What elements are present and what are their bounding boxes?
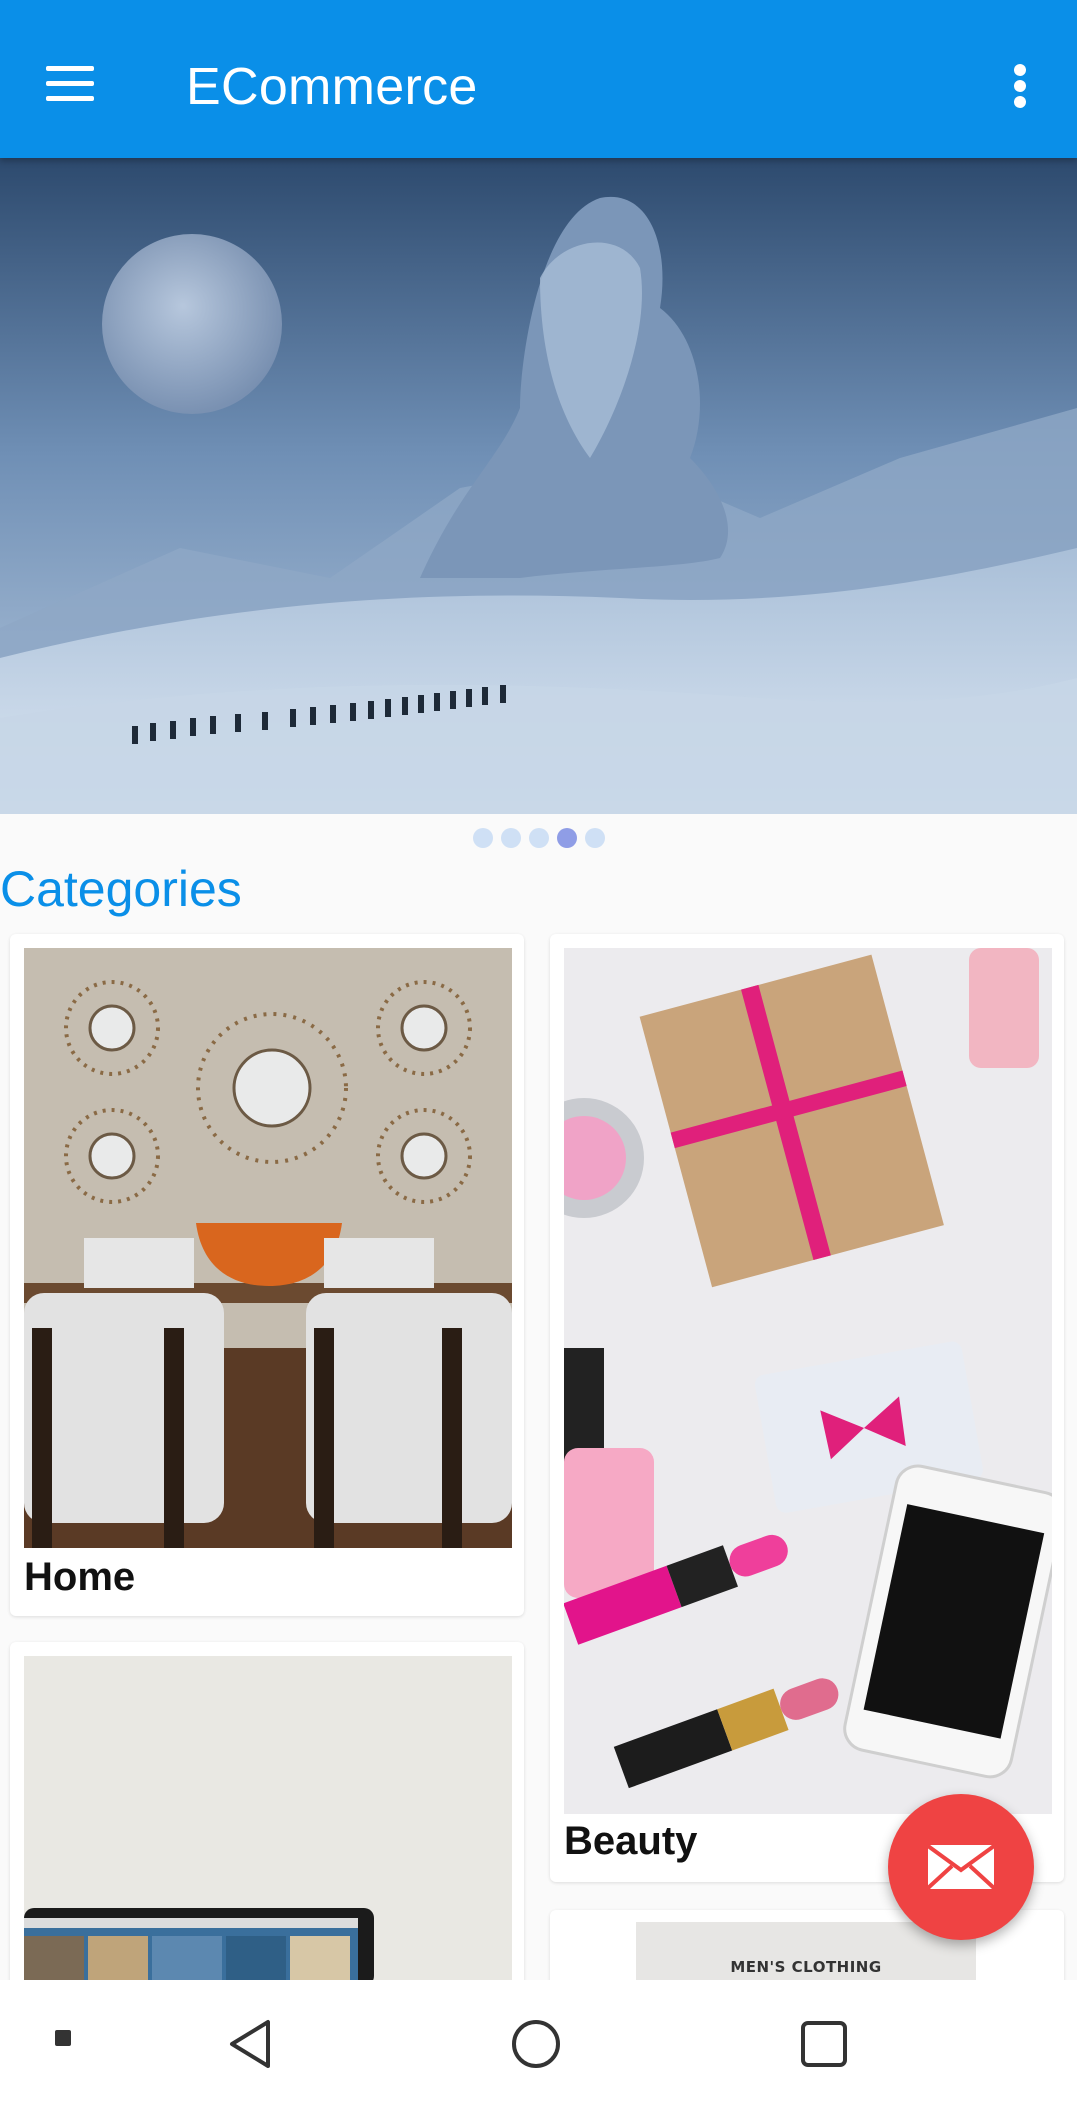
category-image-laptop <box>24 1656 512 1986</box>
slider-dot[interactable] <box>528 828 549 848</box>
slider-dot[interactable] <box>472 828 493 848</box>
category-card-home[interactable]: Home <box>10 934 524 1616</box>
category-image-home <box>24 948 512 1548</box>
app-bar: ECommerce <box>0 0 1077 158</box>
recents-square-icon[interactable] <box>798 2018 850 2070</box>
slider-indicator <box>0 828 1077 852</box>
mail-icon <box>926 1844 996 1890</box>
slider-dot[interactable] <box>500 828 521 848</box>
slider-dot[interactable] <box>556 828 577 848</box>
home-circle-icon[interactable] <box>510 2018 562 2070</box>
back-triangle-icon[interactable] <box>224 2018 276 2070</box>
system-nav-bar <box>0 1980 1077 2108</box>
category-label-beauty: Beauty <box>564 1819 698 1863</box>
categories-heading: Categories <box>0 861 242 917</box>
category-image-beauty <box>564 948 1052 1814</box>
category-label-home: Home <box>24 1555 136 1599</box>
more-vert-icon[interactable] <box>1000 50 1040 120</box>
app-title: ECommerce <box>186 58 478 116</box>
slider-dot[interactable] <box>584 828 605 848</box>
mens-clothing-image-text: MEN'S CLOTHING <box>730 1958 882 1976</box>
hamburger-menu-icon[interactable] <box>34 50 104 120</box>
category-card-beauty[interactable]: Beauty <box>550 934 1064 1882</box>
banner-slider[interactable] <box>0 158 1077 814</box>
mail-fab-button[interactable] <box>888 1794 1034 1940</box>
banner-image <box>0 158 1077 814</box>
square-small-icon[interactable] <box>53 2028 73 2048</box>
